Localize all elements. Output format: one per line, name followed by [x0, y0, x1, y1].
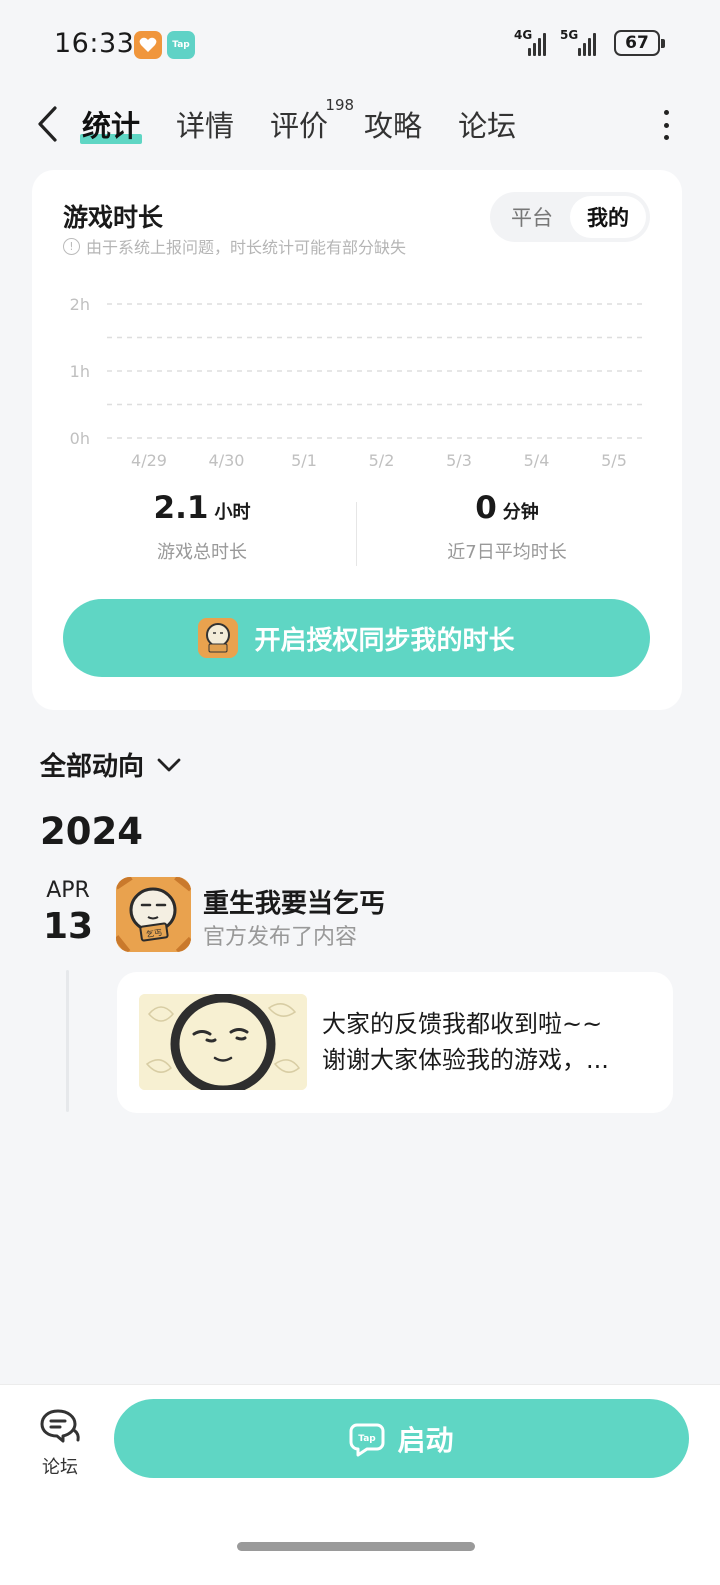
top-nav: 统计 详情 评价 198 攻略 论坛: [0, 96, 720, 156]
post-excerpt: 大家的反馈我都收到啦~~ 谢谢大家体验我的游戏，...: [322, 1006, 652, 1078]
chart-x-tick: 4/30: [209, 451, 245, 470]
data-missing-note: ! 由于系统上报问题，时长统计可能有部分缺失: [63, 234, 406, 258]
chart-x-tick: 5/1: [291, 451, 317, 470]
battery-level: 67: [625, 33, 649, 53]
toggle-mine[interactable]: 我的: [570, 196, 646, 238]
scope-toggle: 平台 我的: [490, 192, 650, 242]
tab-label: 详情: [176, 109, 235, 143]
signal-5g-icon: 5G: [560, 28, 604, 56]
dot: [663, 110, 669, 115]
tap-logo-icon: Tap: [349, 1423, 385, 1456]
back-button[interactable]: [28, 102, 68, 146]
sync-button-label: 开启授权同步我的时长: [254, 625, 515, 656]
timeline-year: 2024: [40, 810, 143, 853]
chart-x-tick: 4/29: [131, 451, 167, 470]
tab-bar: 统计 详情 评价 198 攻略 论坛: [80, 96, 552, 146]
battery-icon: 67: [614, 30, 665, 56]
post-line: 谢谢大家体验我的游戏，...: [322, 1046, 609, 1074]
dot: [663, 122, 669, 128]
status-time: 16:33: [54, 28, 135, 59]
tab-label: 统计: [82, 109, 141, 143]
dot: [663, 135, 669, 140]
playtime-stats: 2.1 小时 游戏总时长 0 分钟 近7日平均时长: [32, 490, 682, 570]
chevron-down-icon: [157, 758, 181, 771]
tab-label: 评价: [270, 109, 329, 143]
review-count-badge: 198: [325, 96, 355, 114]
total-playtime: 2.1 小时 游戏总时长: [52, 490, 352, 564]
bottom-action-bar: 论坛 Tap 启动: [0, 1384, 720, 1585]
game-name[interactable]: 重生我要当乞丐: [203, 883, 385, 920]
chart-y-tick: 2h: [70, 295, 90, 314]
chat-bubble-icon: [40, 1409, 80, 1443]
chevron-left-icon: [38, 106, 57, 142]
tab-details[interactable]: 详情: [176, 102, 234, 146]
more-menu-button[interactable]: [656, 110, 676, 140]
chart-x-tick: 5/5: [601, 451, 627, 470]
network-type-label: 4G: [514, 28, 533, 42]
tab-forum[interactable]: 论坛: [458, 102, 516, 146]
total-value: 2.1: [153, 490, 209, 526]
signal-4g-icon: 4G: [514, 28, 550, 56]
tab-guides[interactable]: 攻略: [364, 102, 422, 146]
average-value: 0: [475, 490, 497, 526]
sync-playtime-button[interactable]: 开启授权同步我的时长: [63, 599, 650, 677]
post-line: 大家的反馈我都收到啦~~: [322, 1010, 603, 1038]
launch-label: 启动: [397, 1423, 454, 1457]
playtime-chart: 0h 1h 2h 4/29 4/30 5/1 5/2 5/3 5/4 5/5: [70, 295, 644, 470]
entry-day: 13: [42, 906, 94, 947]
chart-x-tick: 5/3: [446, 451, 472, 470]
game-icon: [198, 618, 239, 658]
game-avatar[interactable]: 乞丐: [116, 877, 191, 952]
post-card[interactable]: 大家的反馈我都收到啦~~ 谢谢大家体验我的游戏，...: [117, 972, 673, 1113]
forum-button[interactable]: 论坛: [30, 1407, 90, 1479]
average-label: 近7日平均时长: [447, 542, 567, 563]
post-thumbnail: [139, 994, 307, 1090]
entry-month: APR: [46, 878, 90, 903]
card-title: 游戏时长: [63, 203, 164, 232]
note-text: 由于系统上报问题，时长统计可能有部分缺失: [86, 238, 407, 257]
total-unit: 小时: [214, 502, 251, 523]
timeline-line: [66, 970, 69, 1112]
average-playtime: 0 分钟 近7日平均时长: [357, 490, 657, 564]
tab-label: 攻略: [364, 109, 423, 143]
filter-label: 全部动向: [40, 752, 145, 782]
chart-x-tick: 5/2: [369, 451, 395, 470]
status-bar: 16:33 Tap 4G 5G 67: [0, 0, 720, 90]
tab-stats[interactable]: 统计: [80, 102, 143, 146]
chart-x-tick: 5/4: [524, 451, 550, 470]
average-unit: 分钟: [502, 502, 539, 523]
chart-y-tick: 0h: [70, 429, 90, 448]
tap-logo-text: Tap: [359, 1434, 377, 1444]
activity-filter-dropdown[interactable]: 全部动向: [40, 746, 182, 783]
forum-label: 论坛: [42, 1457, 78, 1478]
status-indicators: 4G 5G 67: [514, 28, 665, 56]
health-app-icon: [134, 31, 162, 59]
info-icon: !: [63, 237, 80, 255]
tap-app-icon: Tap: [167, 31, 195, 59]
chart-y-tick: 1h: [70, 362, 90, 381]
entry-action: 官方发布了内容: [203, 925, 358, 950]
total-label: 游戏总时长: [157, 542, 247, 563]
network-type-label: 5G: [560, 28, 579, 42]
toggle-platform[interactable]: 平台: [494, 196, 570, 238]
home-indicator: [237, 1542, 475, 1551]
tab-label: 论坛: [458, 109, 517, 143]
playtime-card: 游戏时长 ! 由于系统上报问题，时长统计可能有部分缺失 平台 我的 0h 1h 2h…: [32, 170, 682, 710]
tab-reviews[interactable]: 评价 198: [270, 96, 354, 146]
launch-game-button[interactable]: Tap 启动: [114, 1399, 689, 1478]
